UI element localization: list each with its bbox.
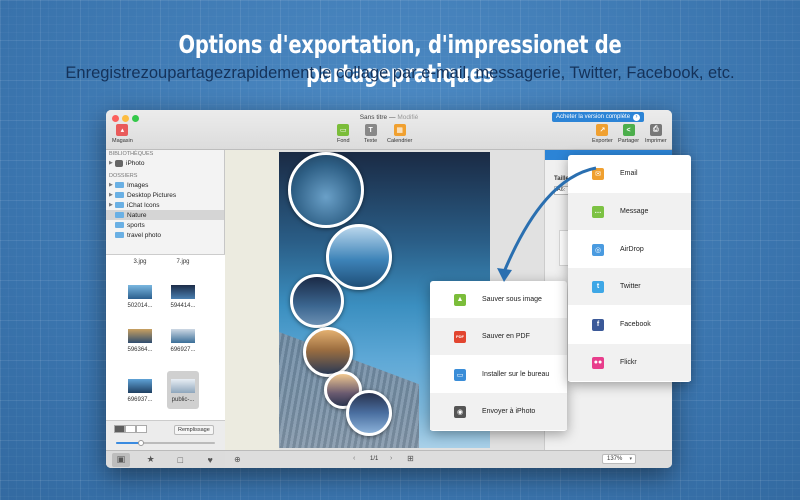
arrow-curve xyxy=(502,166,597,273)
callout-arrow xyxy=(497,166,597,282)
arrow-head xyxy=(497,268,512,282)
